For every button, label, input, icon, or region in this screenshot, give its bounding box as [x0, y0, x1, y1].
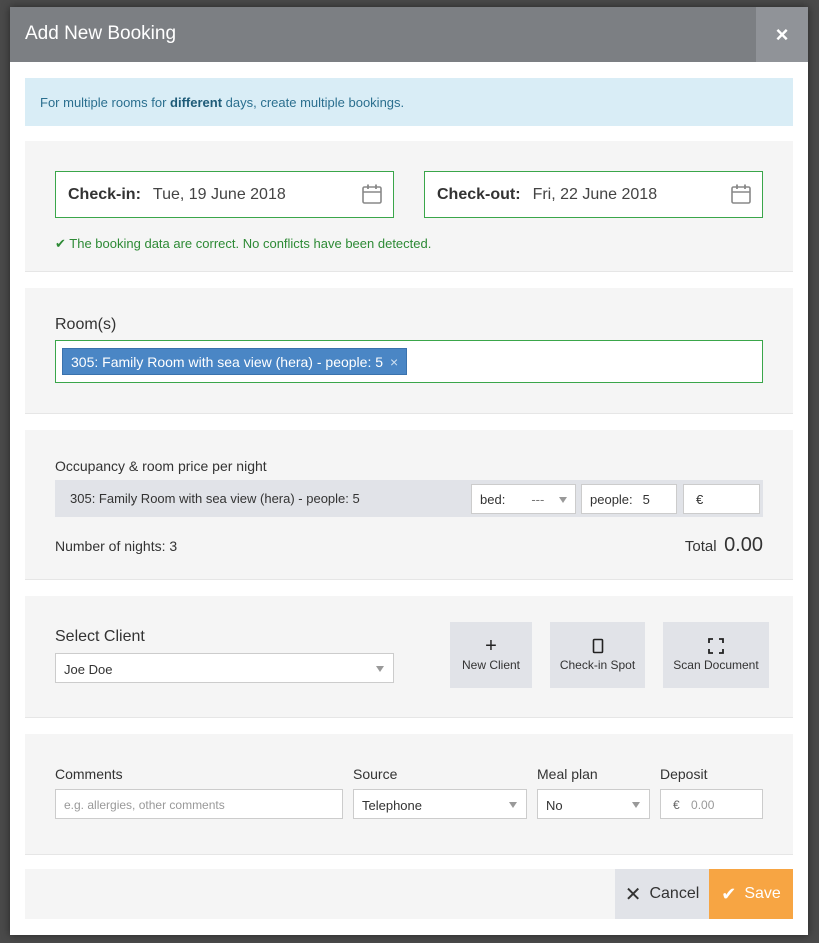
occupancy-room: 305: Family Room with sea view (hera) - …: [70, 491, 360, 506]
checkin-spot-label: Check-in Spot: [559, 658, 636, 672]
meal-plan-label: Meal plan: [537, 766, 598, 782]
cancel-label: Cancel: [649, 885, 700, 902]
comments-label: Comments: [55, 766, 123, 782]
checkout-field[interactable]: Check-out: Fri, 22 June 2018: [424, 171, 763, 218]
comments-input[interactable]: e.g. allergies, other comments: [55, 789, 343, 819]
plus-icon: +: [485, 635, 497, 657]
nights-text: Number of nights: 3: [55, 538, 178, 554]
rooms-section: Room(s) 305: Family Room with sea view (…: [25, 288, 793, 414]
checkin-field[interactable]: Check-in: Tue, 19 June 2018: [55, 171, 394, 218]
calendar-icon[interactable]: [361, 183, 383, 205]
checkin-label: Check-in:: [68, 185, 141, 203]
source-select[interactable]: Telephone: [353, 789, 527, 819]
total-value: 0.00: [724, 534, 763, 556]
modal-title: Add New Booking: [25, 23, 177, 44]
rooms-multiselect[interactable]: 305: Family Room with sea view (hera) - …: [55, 340, 763, 383]
chevron-down-icon: [632, 802, 640, 808]
extras-section: Comments e.g. allergies, other comments …: [25, 734, 793, 855]
room-tag: 305: Family Room with sea view (hera) - …: [62, 348, 408, 375]
new-client-button[interactable]: + New Client: [450, 622, 532, 688]
scan-document-label: Scan Document: [673, 658, 759, 672]
deposit-input[interactable]: € 0.00: [660, 789, 763, 819]
client-label: Select Client: [55, 628, 145, 645]
remove-tag-icon[interactable]: ×: [390, 354, 398, 370]
scan-document-button[interactable]: Scan Document: [663, 622, 769, 688]
save-label: Save: [744, 885, 781, 902]
tablet-icon: [592, 638, 603, 654]
close-icon: ✕: [624, 883, 642, 906]
modal-header: Add New Booking ×: [10, 7, 808, 62]
people-label: people:: [590, 491, 633, 507]
client-value: Joe Doe: [64, 662, 113, 677]
booking-modal: Add New Booking × For multiple rooms for…: [10, 7, 808, 935]
bed-select[interactable]: bed: ---: [471, 484, 576, 514]
euro-icon: €: [696, 491, 704, 507]
source-value: Telephone: [362, 798, 422, 813]
dates-section: Check-in: Tue, 19 June 2018 Check-out: F…: [25, 141, 793, 272]
total-label: Total: [684, 538, 717, 555]
chevron-down-icon: [509, 802, 517, 808]
room-tag-label: 305: Family Room with sea view (hera) - …: [71, 353, 384, 370]
occupancy-heading: Occupancy & room price per night: [55, 458, 267, 474]
client-select[interactable]: Joe Doe: [55, 653, 394, 683]
close-button[interactable]: ×: [756, 7, 808, 62]
scan-icon: [708, 638, 724, 654]
occupancy-row: 305: Family Room with sea view (hera) - …: [55, 480, 763, 517]
chevron-down-icon: [559, 497, 567, 503]
checkmark-icon: ✔: [721, 883, 737, 904]
alert-text-bold: different: [170, 95, 223, 110]
total: Total 0.00: [685, 534, 763, 557]
checkout-label: Check-out:: [437, 185, 521, 203]
alert-text-post: days, create multiple bookings.: [222, 95, 405, 110]
price-field[interactable]: €: [683, 484, 760, 514]
modal-footer: ✕ Cancel ✔ Save: [25, 869, 793, 919]
checkin-value: Tue, 19 June 2018: [152, 185, 286, 203]
source-label: Source: [353, 766, 398, 782]
save-button[interactable]: ✔ Save: [709, 869, 793, 919]
meal-plan-value: No: [546, 798, 563, 813]
rooms-label: Room(s): [55, 316, 117, 333]
info-alert: For multiple rooms for different days, c…: [25, 78, 793, 126]
cancel-button[interactable]: ✕ Cancel: [615, 869, 709, 919]
validation-text: The booking data are correct. No conflic…: [69, 236, 432, 251]
people-value: 5: [642, 491, 650, 507]
alert-text-pre: For multiple rooms for: [40, 95, 171, 110]
close-icon: ×: [775, 21, 789, 47]
euro-icon: €: [673, 798, 680, 812]
calendar-icon[interactable]: [730, 183, 752, 205]
meal-plan-select[interactable]: No: [537, 789, 650, 819]
people-field[interactable]: people: 5: [581, 484, 677, 514]
deposit-placeholder: 0.00: [691, 798, 715, 812]
occupancy-section: Occupancy & room price per night 305: Fa…: [25, 430, 793, 580]
client-section: Select Client Joe Doe + New Client Check…: [25, 596, 793, 718]
checkin-spot-button[interactable]: Check-in Spot: [550, 622, 645, 688]
bed-label: bed:: [480, 491, 506, 507]
new-client-label: New Client: [461, 658, 521, 672]
deposit-label: Deposit: [660, 766, 708, 782]
validation-message: ✔ The booking data are correct. No confl…: [55, 236, 431, 252]
checkout-value: Fri, 22 June 2018: [532, 185, 658, 203]
chevron-down-icon: [376, 666, 384, 672]
checkmark-icon: ✔: [55, 236, 66, 251]
bed-value: ---: [531, 491, 545, 507]
